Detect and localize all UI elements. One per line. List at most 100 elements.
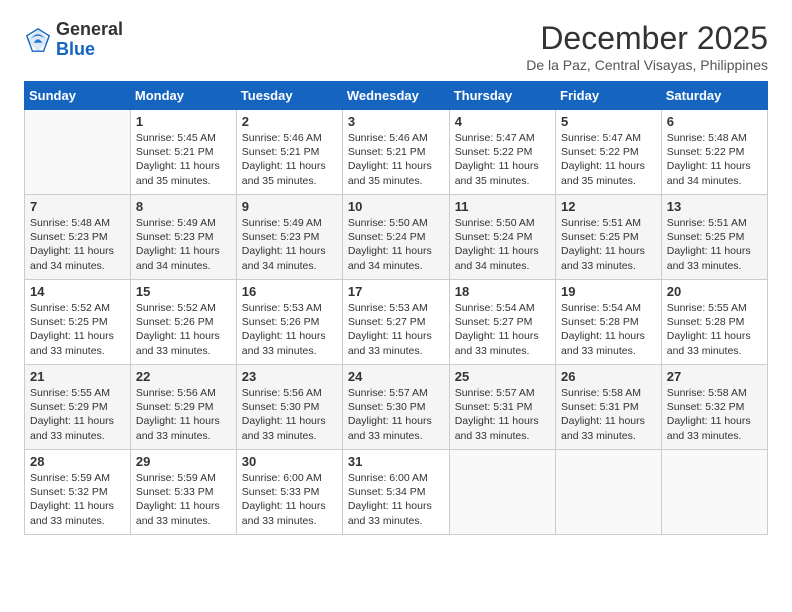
day-info: Sunrise: 5:58 AMSunset: 5:32 PMDaylight:… bbox=[667, 386, 762, 443]
day-info: Sunrise: 5:54 AMSunset: 5:28 PMDaylight:… bbox=[561, 301, 656, 358]
day-info: Sunrise: 5:50 AMSunset: 5:24 PMDaylight:… bbox=[455, 216, 550, 273]
calendar-table: SundayMondayTuesdayWednesdayThursdayFrid… bbox=[24, 81, 768, 535]
calendar-cell: 19Sunrise: 5:54 AMSunset: 5:28 PMDayligh… bbox=[556, 280, 662, 365]
day-number: 3 bbox=[348, 114, 444, 129]
day-info: Sunrise: 6:00 AMSunset: 5:33 PMDaylight:… bbox=[242, 471, 337, 528]
day-number: 25 bbox=[455, 369, 550, 384]
day-number: 28 bbox=[30, 454, 125, 469]
calendar-cell: 22 Sunrise: 5:56 AMSunset: 5:29 PMDayligh… bbox=[130, 365, 236, 450]
calendar-cell: 11Sunrise: 5:50 AMSunset: 5:24 PMDayligh… bbox=[449, 195, 555, 280]
calendar-cell: 21Sunrise: 5:55 AMSunset: 5:29 PMDayligh… bbox=[25, 365, 131, 450]
header: General Blue December 2025 De la Paz, Ce… bbox=[24, 20, 768, 73]
calendar-cell: 6 Sunrise: 5:48 AMSunset: 5:22 PMDaylight… bbox=[661, 110, 767, 195]
day-number: 29 bbox=[136, 454, 231, 469]
day-number: 17 bbox=[348, 284, 444, 299]
day-info: Sunrise: 5:59 AMSunset: 5:32 PMDaylight:… bbox=[30, 471, 125, 528]
day-info: Sunrise: 5:49 AMSunset: 5:23 PMDaylight:… bbox=[242, 216, 337, 273]
day-info: Sunrise: 5:50 AMSunset: 5:24 PMDaylight:… bbox=[348, 216, 444, 273]
calendar-cell: 23 Sunrise: 5:56 AMSunset: 5:30 PMDayligh… bbox=[236, 365, 342, 450]
day-number: 2 bbox=[242, 114, 337, 129]
day-number: 10 bbox=[348, 199, 444, 214]
day-info: Sunrise: 5:52 AMSunset: 5:25 PMDaylight:… bbox=[30, 301, 125, 358]
day-number: 15 bbox=[136, 284, 231, 299]
day-info: Sunrise: 5:51 AMSunset: 5:25 PMDaylight:… bbox=[561, 216, 656, 273]
day-number: 24 bbox=[348, 369, 444, 384]
day-info: Sunrise: 5:59 AMSunset: 5:33 PMDaylight:… bbox=[136, 471, 231, 528]
day-number: 1 bbox=[136, 114, 231, 129]
location-text: De la Paz, Central Visayas, Philippines bbox=[526, 57, 768, 73]
calendar-cell: 9 Sunrise: 5:49 AMSunset: 5:23 PMDaylight… bbox=[236, 195, 342, 280]
column-header-monday: Monday bbox=[130, 82, 236, 110]
day-number: 6 bbox=[667, 114, 762, 129]
day-info: Sunrise: 5:46 AMSunset: 5:21 PMDaylight:… bbox=[242, 131, 337, 188]
calendar-cell: 25Sunrise: 5:57 AMSunset: 5:31 PMDayligh… bbox=[449, 365, 555, 450]
column-header-wednesday: Wednesday bbox=[342, 82, 449, 110]
day-number: 13 bbox=[667, 199, 762, 214]
calendar-cell: 26 Sunrise: 5:58 AMSunset: 5:31 PMDayligh… bbox=[556, 365, 662, 450]
calendar-week-row: 28 Sunrise: 5:59 AMSunset: 5:32 PMDayligh… bbox=[25, 450, 768, 535]
day-number: 22 bbox=[136, 369, 231, 384]
calendar-cell: 16Sunrise: 5:53 AMSunset: 5:26 PMDayligh… bbox=[236, 280, 342, 365]
day-number: 16 bbox=[242, 284, 337, 299]
day-info: Sunrise: 5:55 AMSunset: 5:29 PMDaylight:… bbox=[30, 386, 125, 443]
calendar-cell: 12 Sunrise: 5:51 AMSunset: 5:25 PMDayligh… bbox=[556, 195, 662, 280]
column-header-friday: Friday bbox=[556, 82, 662, 110]
calendar-cell: 20 Sunrise: 5:55 AMSunset: 5:28 PMDayligh… bbox=[661, 280, 767, 365]
calendar-cell bbox=[556, 450, 662, 535]
logo-blue-text: Blue bbox=[56, 40, 123, 60]
day-info: Sunrise: 5:53 AMSunset: 5:27 PMDaylight:… bbox=[348, 301, 444, 358]
day-info: Sunrise: 5:58 AMSunset: 5:31 PMDaylight:… bbox=[561, 386, 656, 443]
day-number: 5 bbox=[561, 114, 656, 129]
day-number: 31 bbox=[348, 454, 444, 469]
column-header-saturday: Saturday bbox=[661, 82, 767, 110]
day-info: Sunrise: 5:49 AMSunset: 5:23 PMDaylight:… bbox=[136, 216, 231, 273]
calendar-week-row: 21Sunrise: 5:55 AMSunset: 5:29 PMDayligh… bbox=[25, 365, 768, 450]
calendar-cell: 10 Sunrise: 5:50 AMSunset: 5:24 PMDayligh… bbox=[342, 195, 449, 280]
calendar-cell: 17 Sunrise: 5:53 AMSunset: 5:27 PMDayligh… bbox=[342, 280, 449, 365]
day-number: 26 bbox=[561, 369, 656, 384]
day-info: Sunrise: 5:46 AMSunset: 5:21 PMDaylight:… bbox=[348, 131, 444, 188]
calendar-cell bbox=[449, 450, 555, 535]
day-number: 8 bbox=[136, 199, 231, 214]
calendar-cell: 4Sunrise: 5:47 AMSunset: 5:22 PMDaylight… bbox=[449, 110, 555, 195]
calendar-cell: 14 Sunrise: 5:52 AMSunset: 5:25 PMDayligh… bbox=[25, 280, 131, 365]
title-area: December 2025 De la Paz, Central Visayas… bbox=[526, 20, 768, 73]
calendar-cell: 5Sunrise: 5:47 AMSunset: 5:22 PMDaylight… bbox=[556, 110, 662, 195]
column-header-thursday: Thursday bbox=[449, 82, 555, 110]
calendar-cell: 28 Sunrise: 5:59 AMSunset: 5:32 PMDayligh… bbox=[25, 450, 131, 535]
day-info: Sunrise: 5:56 AMSunset: 5:30 PMDaylight:… bbox=[242, 386, 337, 443]
calendar-week-row: 1 Sunrise: 5:45 AMSunset: 5:21 PMDaylight… bbox=[25, 110, 768, 195]
day-info: Sunrise: 5:54 AMSunset: 5:27 PMDaylight:… bbox=[455, 301, 550, 358]
day-number: 30 bbox=[242, 454, 337, 469]
day-number: 14 bbox=[30, 284, 125, 299]
day-info: Sunrise: 5:48 AMSunset: 5:22 PMDaylight:… bbox=[667, 131, 762, 188]
calendar-cell: 29 Sunrise: 5:59 AMSunset: 5:33 PMDayligh… bbox=[130, 450, 236, 535]
calendar-cell bbox=[25, 110, 131, 195]
month-title: December 2025 bbox=[526, 20, 768, 57]
calendar-cell: 13Sunrise: 5:51 AMSunset: 5:25 PMDayligh… bbox=[661, 195, 767, 280]
day-number: 7 bbox=[30, 199, 125, 214]
day-info: Sunrise: 5:45 AMSunset: 5:21 PMDaylight:… bbox=[136, 131, 231, 188]
day-number: 20 bbox=[667, 284, 762, 299]
calendar-cell: 8 Sunrise: 5:49 AMSunset: 5:23 PMDaylight… bbox=[130, 195, 236, 280]
day-number: 23 bbox=[242, 369, 337, 384]
calendar-cell: 15Sunrise: 5:52 AMSunset: 5:26 PMDayligh… bbox=[130, 280, 236, 365]
day-info: Sunrise: 5:56 AMSunset: 5:29 PMDaylight:… bbox=[136, 386, 231, 443]
day-info: Sunrise: 5:55 AMSunset: 5:28 PMDaylight:… bbox=[667, 301, 762, 358]
day-number: 12 bbox=[561, 199, 656, 214]
day-info: Sunrise: 5:47 AMSunset: 5:22 PMDaylight:… bbox=[455, 131, 550, 188]
column-header-tuesday: Tuesday bbox=[236, 82, 342, 110]
column-header-sunday: Sunday bbox=[25, 82, 131, 110]
day-number: 9 bbox=[242, 199, 337, 214]
calendar-cell bbox=[661, 450, 767, 535]
day-number: 18 bbox=[455, 284, 550, 299]
logo: General Blue bbox=[24, 20, 123, 60]
day-info: Sunrise: 5:48 AMSunset: 5:23 PMDaylight:… bbox=[30, 216, 125, 273]
calendar-cell: 30 Sunrise: 6:00 AMSunset: 5:33 PMDayligh… bbox=[236, 450, 342, 535]
logo-general-text: General bbox=[56, 20, 123, 40]
calendar-cell: 18 Sunrise: 5:54 AMSunset: 5:27 PMDayligh… bbox=[449, 280, 555, 365]
calendar-cell: 24 Sunrise: 5:57 AMSunset: 5:30 PMDayligh… bbox=[342, 365, 449, 450]
calendar-cell: 1 Sunrise: 5:45 AMSunset: 5:21 PMDaylight… bbox=[130, 110, 236, 195]
day-info: Sunrise: 5:57 AMSunset: 5:30 PMDaylight:… bbox=[348, 386, 444, 443]
calendar-cell: 27Sunrise: 5:58 AMSunset: 5:32 PMDayligh… bbox=[661, 365, 767, 450]
